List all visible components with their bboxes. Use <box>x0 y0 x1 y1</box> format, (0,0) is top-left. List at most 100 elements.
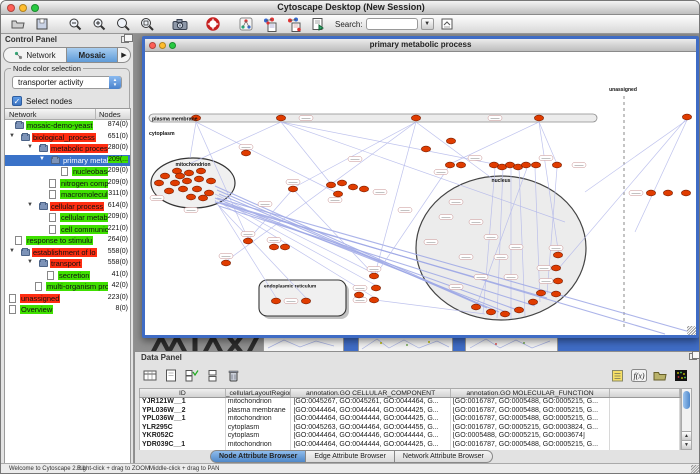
select-nodes-checkbox[interactable]: ✓ <box>12 96 22 106</box>
table-cell[interactable]: [GO:0016787, GO:0005215, GO:0003824, G..… <box>451 424 610 433</box>
network-view-titlebar[interactable]: primary metabolic process <box>145 39 696 52</box>
zoom-in-button[interactable] <box>88 16 109 32</box>
table-row-0[interactable]: YJR121W__1mitochondrion[GO:0045267, GO:0… <box>139 398 681 407</box>
table-row-2[interactable]: YPL036W__1mitochondrion[GO:0044464, GO:0… <box>139 415 681 424</box>
table-row-4[interactable]: YKR052Ccytoplasm[GO:0044464, GO:0044446,… <box>139 432 681 441</box>
table-cell[interactable] <box>610 407 680 416</box>
select-attributes-button[interactable] <box>141 367 158 383</box>
import-table-button[interactable] <box>283 16 304 32</box>
float-data-panel-icon[interactable] <box>689 353 697 360</box>
expand-arrow-icon[interactable]: ▼ <box>27 259 33 265</box>
delete-attribute-button[interactable] <box>225 367 242 383</box>
tree-row-1[interactable]: ▼biological_process651(0) <box>5 132 130 144</box>
table-row-1[interactable]: YPL036W__2plasma membrane[GO:0044464, GO… <box>139 407 681 416</box>
help-button[interactable] <box>202 16 223 32</box>
open-session-button[interactable] <box>7 16 28 32</box>
table-cell[interactable] <box>610 398 680 407</box>
table-row-3[interactable]: YLR295Ccytoplasm[GO:0045263, GO:0044464,… <box>139 424 681 433</box>
window-resize-grip[interactable] <box>687 326 696 335</box>
expand-arrow-icon[interactable]: ▼ <box>9 248 15 254</box>
attribute-table-header[interactable]: ID_cellularLayoutRegionannotation.GO CEL… <box>139 388 681 398</box>
scrollbar-thumb[interactable] <box>683 391 690 409</box>
table-row-5[interactable]: YDR039C__1mitochondrion[GO:0044464, GO:0… <box>139 441 681 450</box>
tree-row-12[interactable]: ▼transport558(0) <box>5 258 130 270</box>
color-attribute-select[interactable]: transporter activity ▲▼ <box>12 76 122 89</box>
heatmap-button[interactable] <box>672 367 689 383</box>
attribute-batch-editor-button[interactable] <box>183 367 200 383</box>
table-scrollbar[interactable]: ▲ ▼ <box>681 388 692 450</box>
vizmapper-button[interactable] <box>235 16 256 32</box>
search-input[interactable] <box>366 18 418 30</box>
table-cell[interactable] <box>610 432 680 441</box>
formula-builder-button[interactable]: f(x) <box>630 367 647 383</box>
table-cell[interactable]: YPL036W__1 <box>140 415 226 424</box>
network-graph[interactable]: plasma membranecytoplasmmitochondrionnuc… <box>145 52 696 335</box>
network-canvas[interactable]: plasma membranecytoplasmmitochondrionnuc… <box>145 52 696 335</box>
tree-row-6[interactable]: macromolecule311(0) <box>5 189 130 201</box>
table-cell[interactable]: YDR039C__1 <box>140 441 226 450</box>
tab-mosaic[interactable]: Mosaic <box>66 48 118 62</box>
window-titlebar[interactable]: Cytoscape Desktop (New Session) <box>1 1 700 15</box>
tree-header-network[interactable]: Network <box>9 110 37 119</box>
tree-row-15[interactable]: unassigned223(0) <box>5 293 130 305</box>
table-cell[interactable]: YPL036W__2 <box>140 407 226 416</box>
table-cell[interactable] <box>610 415 680 424</box>
tree-row-5[interactable]: nitrogen compo209(0) <box>5 178 130 190</box>
table-cell[interactable]: [GO:0045263, GO:0044464, GO:0044455, G..… <box>291 424 450 433</box>
notepad-button[interactable] <box>609 367 626 383</box>
import-attributes-button[interactable] <box>651 367 668 383</box>
table-cell[interactable]: mitochondrion <box>226 415 292 424</box>
table-cell[interactable]: YKR052C <box>140 432 226 441</box>
scroll-down-button[interactable]: ▼ <box>682 440 691 449</box>
table-cell[interactable]: [GO:0016787, GO:0005488, GO:0005215, G..… <box>451 398 610 407</box>
table-cell[interactable]: [GO:0044464, GO:0044446, GO:0044444, G..… <box>291 432 450 441</box>
import-network-button[interactable] <box>259 16 280 32</box>
table-cell[interactable]: [GO:0045267, GO:0045261, GO:0044464, G..… <box>291 398 450 407</box>
network-view-window[interactable]: primary metabolic process plasma membran… <box>142 36 699 338</box>
expand-arrow-icon[interactable]: ▼ <box>27 144 33 150</box>
tab-node-attribute-browser[interactable]: Node Attribute Browser <box>210 450 306 463</box>
scroll-up-button[interactable]: ▲ <box>682 431 691 440</box>
tab-overflow-button[interactable]: ▶ <box>118 48 130 62</box>
tree-row-7[interactable]: ▼cellular process614(0) <box>5 201 130 213</box>
column-settings-button[interactable] <box>204 367 221 383</box>
tree-row-3[interactable]: ▼primary metabo209(... <box>5 155 130 167</box>
expand-arrow-icon[interactable]: ▼ <box>39 156 45 162</box>
new-attribute-button[interactable] <box>162 367 179 383</box>
tree-row-8[interactable]: cellular metabol209(0) <box>5 212 130 224</box>
save-session-button[interactable] <box>31 16 52 32</box>
column-header[interactable]: annotation.GO CELLULAR_COMPONENT <box>291 389 450 397</box>
table-cell[interactable]: [GO:0044464, GO:0044444, GO:0044425, G..… <box>291 415 450 424</box>
table-cell[interactable]: cytoplasm <box>226 424 292 433</box>
column-header[interactable]: _cellularLayoutRegion <box>226 389 292 397</box>
tree-row-9[interactable]: cell communicat221(0) <box>5 224 130 236</box>
tree-row-0[interactable]: mosaic-demo-yeast874(0) <box>5 120 130 132</box>
column-divider[interactable] <box>95 109 96 120</box>
expand-arrow-icon[interactable]: ▼ <box>9 133 15 139</box>
table-cell[interactable]: [GO:0044464, GO:0044444, GO:0044425, G..… <box>291 407 450 416</box>
table-cell[interactable]: mitochondrion <box>226 398 292 407</box>
tree-header[interactable]: Network Nodes <box>5 109 130 120</box>
tree-row-14[interactable]: multi-organism pro42(0) <box>5 281 130 293</box>
tree-row-10[interactable]: response to stimulu264(0) <box>5 235 130 247</box>
tree-row-2[interactable]: ▼metabolic process280(0) <box>5 143 130 155</box>
table-cell[interactable]: mitochondrion <box>226 441 292 450</box>
table-cell[interactable]: [GO:0016787, GO:0005488, GO:0005215, G..… <box>451 407 610 416</box>
plugin-manager-button[interactable] <box>307 16 328 32</box>
zoom-fit-button[interactable] <box>112 16 133 32</box>
tree-row-4[interactable]: nucleobase-209(0) <box>5 166 130 178</box>
tab-edge-attribute-browser[interactable]: Edge Attribute Browser <box>306 450 395 463</box>
zoom-selected-button[interactable] <box>136 16 157 32</box>
table-cell[interactable] <box>610 424 680 433</box>
tree-row-11[interactable]: ▼establishment of lo558(0) <box>5 247 130 259</box>
tree-header-nodes[interactable]: Nodes <box>99 110 121 119</box>
tab-network-attribute-browser[interactable]: Network Attribute Browser <box>395 450 493 463</box>
table-cell[interactable] <box>610 441 680 450</box>
expand-arrow-icon[interactable]: ▼ <box>27 202 33 208</box>
table-cell[interactable]: YJR121W__1 <box>140 398 226 407</box>
resize-grip-icon[interactable] <box>691 465 700 474</box>
table-cell[interactable]: [GO:0044464, GO:0044444, GO:0044425, G..… <box>291 441 450 450</box>
snapshot-button[interactable] <box>169 16 190 32</box>
search-options-button[interactable] <box>437 16 458 32</box>
table-cell[interactable]: [GO:0005488, GO:0005215, GO:0003674] <box>451 432 610 441</box>
